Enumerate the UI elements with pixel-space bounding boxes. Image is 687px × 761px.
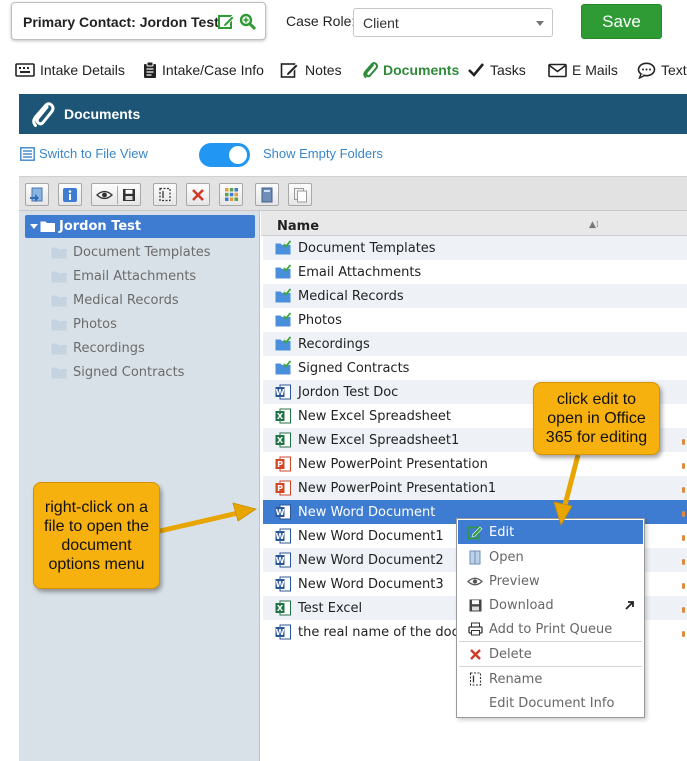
right-click-callout: right-click on a file to open the docume…	[33, 482, 160, 589]
callout-arrow-edit	[562, 454, 581, 506]
edit-callout: click edit to open in Office 365 for edi…	[533, 382, 660, 455]
callout-arrow-head-edit	[553, 501, 573, 526]
callout-arrows	[159, 454, 581, 534]
callout-arrow-right-click	[159, 510, 239, 534]
callout-arrow-head-right-click	[232, 502, 257, 522]
